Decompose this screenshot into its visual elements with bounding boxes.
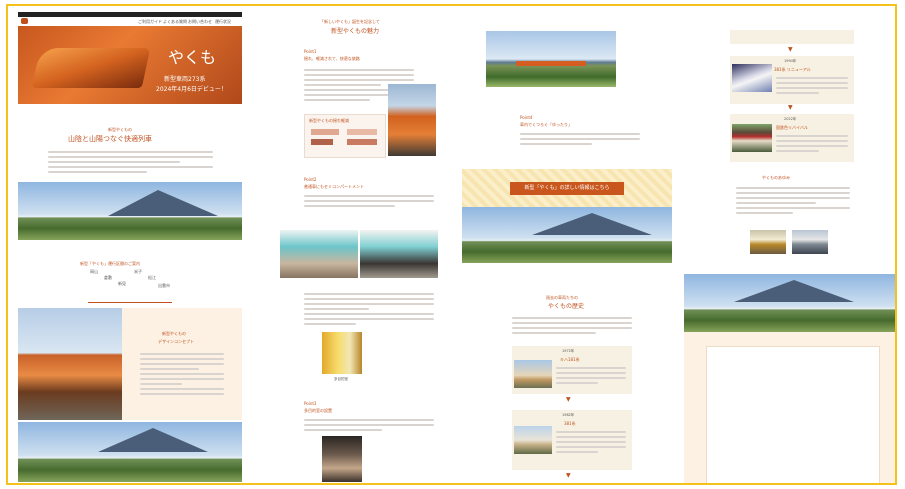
column-1: ご利用ガイド よくある質問 お問い合わせ 運行状況 やくも 新型車両273系 2…: [18, 6, 242, 483]
point2-label: Point2: [304, 177, 317, 182]
history-arrow-2: ▼: [566, 472, 571, 479]
nav-item-status[interactable]: 運行状況: [215, 18, 231, 25]
section1-body: [48, 148, 213, 176]
history-card-2: 1982年 381系: [512, 410, 632, 470]
history-title: やくもの歴史: [547, 303, 584, 310]
station-5: 松江: [148, 275, 156, 280]
history-card-top: [730, 30, 854, 44]
card1-image: [514, 360, 552, 388]
feature-body: [140, 350, 224, 398]
card3-body: [776, 74, 848, 97]
landscape-image-2: [18, 422, 242, 482]
feature-heading: 新型やくもの: [162, 331, 186, 336]
nav-item-contact[interactable]: お問い合わせ: [188, 18, 212, 25]
landscape-image-4: [684, 274, 895, 332]
card1-title: キハ181系: [560, 357, 580, 362]
card3-image: [732, 64, 772, 92]
col2-top-heading: 「新しいやくも」誕生を記念して: [320, 19, 380, 24]
diagram-title: 新型やくもの揺れ軽減: [309, 118, 349, 123]
station-4: 米子: [134, 269, 142, 274]
sway-diagram: 新型やくもの揺れ軽減: [304, 114, 386, 158]
point1-label: Point1: [304, 49, 317, 54]
history-card-3: 1994年 381系 リニューアル: [730, 56, 854, 104]
history-small: 過去の車両たちの: [546, 295, 578, 300]
landscape-image-3: [462, 207, 672, 263]
card1-label: 1972年: [562, 349, 575, 353]
card2-label: 1982年: [562, 413, 575, 417]
point1-train-image: [388, 84, 436, 156]
history-card-4: 2022年 国鉄色リバイバル: [730, 114, 854, 162]
history-card-1: 1972年 キハ181系: [512, 346, 632, 394]
card3-title: 381系 リニューアル: [774, 67, 811, 72]
landscape-image-1: [18, 182, 242, 240]
hero-date: 2024年4月6日デビュー！: [156, 86, 227, 93]
station-3: 新見: [118, 281, 126, 286]
history-arrow-4: ▼: [788, 104, 793, 111]
column-2: 「新しいやくも」誕生を記念して 新型やくもの魅力 Point1 揺れ、軽減されて…: [270, 6, 440, 483]
multipurpose-room-image: [322, 332, 362, 374]
point3-title: 多目的室の設置: [304, 408, 332, 413]
feature-train-image: [18, 308, 122, 420]
point3-label: Point3: [304, 401, 317, 406]
card4-body: [776, 132, 848, 155]
pattern-banner: 新型「やくも」の詳しい情報はこちら: [462, 169, 672, 207]
card4-title: 国鉄色リバイバル: [776, 125, 808, 130]
column-3: Point4 車内でくつろぐ「ゆったり」 新型「やくも」の詳しい情報はこちら 過…: [454, 6, 678, 483]
room-image: [322, 436, 362, 482]
compartment-image-1: [280, 230, 358, 278]
logo-icon[interactable]: [21, 18, 28, 24]
card4-label: 2022年: [784, 117, 797, 121]
hero-banner: やくも 新型車両273系 2024年4月6日デビュー！: [18, 26, 242, 104]
history-arrow-1: ▼: [566, 396, 571, 403]
point2-title: 普通車にもセミコンパートメント: [304, 184, 364, 189]
compartment-image-2: [360, 230, 438, 278]
point1-title: 揺れ、軽減されて、快適な旅路: [304, 56, 360, 61]
card1-body: [556, 364, 626, 387]
multipurpose-caption: 多目的室: [334, 377, 348, 381]
station-6: 出雲市: [158, 283, 170, 288]
card3-label: 1994年: [784, 59, 797, 63]
col4-thumb-2: [792, 230, 828, 254]
col4-thumb-1: [750, 230, 786, 254]
nav-item-faq[interactable]: よくある質問: [163, 18, 187, 25]
screenshot-frame: ご利用ガイド よくある質問 お問い合わせ 運行状況 やくも 新型車両273系 2…: [6, 4, 897, 485]
footer-inner-box: [706, 346, 880, 483]
footer-panel: [684, 332, 895, 483]
col4-body: [736, 184, 850, 217]
point2-body: [304, 192, 434, 210]
point4-body: [520, 130, 640, 148]
station-1: 岡山: [90, 269, 98, 274]
hero-title: やくも: [168, 48, 217, 67]
history-arrow-3: ▼: [788, 46, 793, 53]
station-2: 倉敷: [104, 275, 112, 280]
point2-body-2: [304, 290, 434, 328]
feature-sub: デザインコンセプト: [158, 339, 194, 344]
column-4: ▼ 1994年 381系 リニューアル ▼ 2022年 国鉄色リバイバル やくも…: [684, 6, 895, 483]
col2-title: 新型やくもの魅力: [330, 28, 379, 35]
route-map: 岡山 倉敷 新見 米子 松江 出雲市: [88, 268, 172, 303]
point3-body: [304, 416, 434, 434]
feature-panel: 新型やくもの デザインコンセプト: [122, 308, 242, 420]
hero-subtitle: 新型車両273系: [164, 76, 206, 83]
hero-train-image: [31, 48, 151, 88]
card2-image: [514, 426, 552, 454]
site-nav: ご利用ガイド よくある質問 お問い合わせ 運行状況: [18, 17, 242, 26]
section1-small: 新型やくもの: [108, 127, 132, 132]
detail-button[interactable]: 新型「やくも」の詳しい情報はこちら: [510, 182, 624, 195]
point4-label: Point4: [520, 115, 533, 120]
route-heading: 新型「やくも」運行区間のご案内: [80, 261, 140, 266]
col4-section-title: やくものあゆみ: [762, 175, 790, 180]
card4-image: [732, 124, 772, 152]
section1-title: 山陰と山陽つなぐ快適列車: [68, 135, 152, 143]
point4-title: 車内でくつろぐ「ゆったり」: [520, 122, 572, 127]
history-body: [512, 314, 632, 337]
card2-body: [556, 428, 626, 456]
nav-item-guide[interactable]: ご利用ガイド: [138, 18, 162, 25]
train-landscape-image: [486, 31, 616, 87]
card2-title: 381系: [564, 421, 576, 426]
